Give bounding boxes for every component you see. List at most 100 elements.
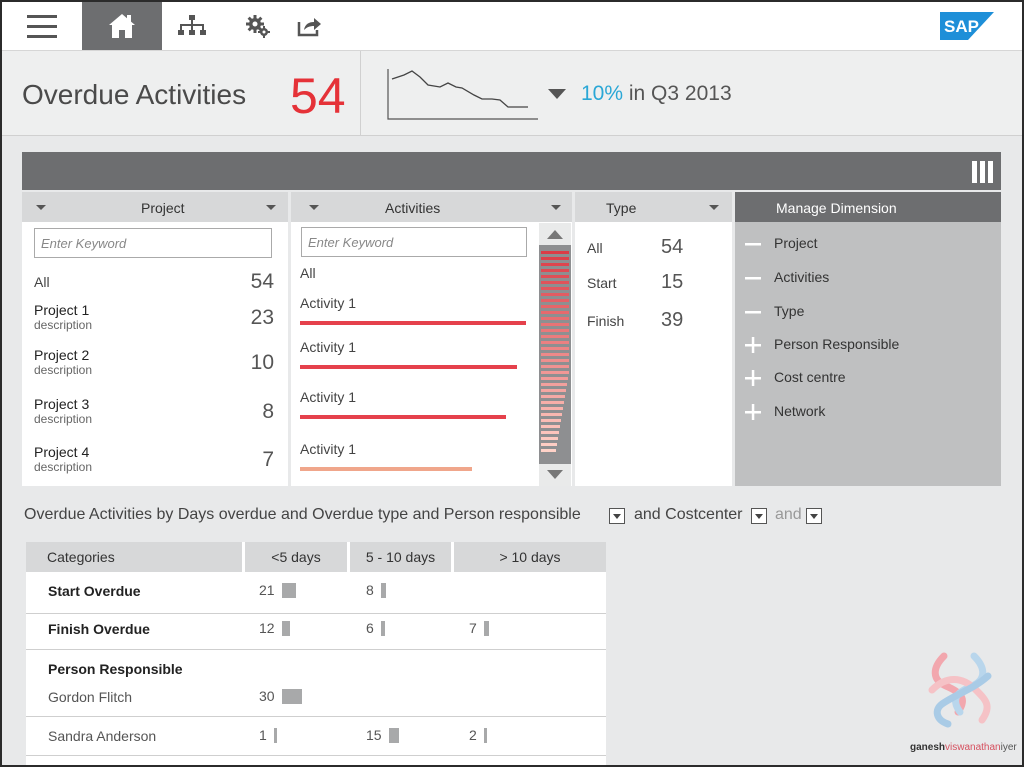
row-divider (26, 755, 606, 756)
heatmap-segment (541, 251, 569, 254)
type-label: Start (587, 275, 617, 291)
dimension-item[interactable]: Cost centre (735, 367, 1001, 391)
heatmap-segment (541, 317, 569, 320)
project-row[interactable]: Project 3 description 8 (34, 396, 274, 432)
analysis-text: and Costcenter (634, 506, 743, 523)
table-row-label: Start Overdue (48, 583, 141, 599)
chevron-up-icon (547, 230, 563, 239)
settings-button[interactable] (238, 2, 278, 50)
filter-panel-header (22, 152, 1001, 190)
chevron-down-icon[interactable] (36, 205, 46, 210)
dimension-item[interactable]: Network (735, 401, 1001, 425)
table-cell-bar (381, 621, 385, 636)
project-description: description (34, 460, 93, 474)
plus-icon[interactable] (745, 337, 761, 353)
type-value: 54 (661, 236, 684, 258)
table-header-gt10[interactable]: > 10 days (454, 542, 606, 572)
table-cell-value[interactable]: 1 (259, 727, 267, 743)
activities-all-label[interactable]: All (300, 265, 316, 281)
project-header-label: Project (141, 200, 185, 216)
type-label: Finish (587, 313, 625, 329)
minus-icon[interactable] (745, 304, 761, 320)
type-row[interactable]: Finish 39 (587, 309, 707, 333)
chevron-down-icon[interactable] (266, 205, 276, 210)
project-name: Project 2 (34, 347, 90, 363)
table-row-label: Sandra Anderson (48, 728, 157, 744)
activity-label[interactable]: Activity 1 (300, 339, 356, 355)
table-cell-value[interactable]: 2 (469, 727, 477, 743)
heatmap-segment (541, 401, 564, 404)
heatmap-segment (541, 389, 566, 392)
manage-dimension-header: Manage Dimension (735, 192, 1001, 222)
row-divider (26, 716, 606, 717)
heatmap-segment (541, 323, 569, 326)
project-row[interactable]: Project 4 description 7 (34, 444, 274, 480)
chevron-down-icon[interactable] (709, 205, 719, 210)
chevron-down-icon[interactable] (309, 205, 319, 210)
type-row[interactable]: All 54 (587, 236, 707, 260)
kpi-divider (360, 51, 361, 135)
heatmap-scrollbar[interactable] (539, 223, 571, 486)
dimension-dropdown[interactable] (806, 508, 822, 524)
project-search-input[interactable] (34, 228, 272, 258)
share-button[interactable] (290, 2, 330, 50)
activities-column-header[interactable]: Activities (291, 192, 572, 222)
dimension-item[interactable]: Type (735, 301, 1001, 325)
heatmap-segment (541, 383, 567, 386)
heatmap-segment (541, 377, 568, 380)
project-row[interactable]: Project 1 description 23 (34, 302, 274, 338)
plus-icon[interactable] (745, 370, 761, 386)
hierarchy-button[interactable] (172, 2, 212, 50)
project-count: 23 (250, 306, 274, 329)
table-cell-value[interactable]: 12 (259, 620, 275, 636)
menu-button[interactable] (2, 2, 82, 50)
heatmap-segment (541, 353, 569, 356)
dimension-item[interactable]: Project (735, 233, 1001, 257)
table-cell-bar (389, 728, 399, 743)
heatmap-segment (541, 269, 569, 272)
table-cell-value[interactable]: 15 (366, 727, 382, 743)
dimension-label: Network (774, 403, 826, 419)
type-row[interactable]: Start 15 (587, 271, 707, 295)
activity-label[interactable]: Activity 1 (300, 389, 356, 405)
activity-label[interactable]: Activity 1 (300, 441, 356, 457)
home-button[interactable] (82, 2, 162, 50)
activity-label[interactable]: Activity 1 (300, 295, 356, 311)
dimension-dropdown[interactable] (751, 508, 767, 524)
project-all-count: 54 (250, 270, 274, 293)
watermark-text: ganeshviswanathaniyer (910, 742, 1017, 753)
dimension-item[interactable]: Activities (735, 267, 1001, 291)
table-header-lt5[interactable]: <5 days (245, 542, 347, 572)
activities-column: Activities All Activity 1 Activity 1 Activ… (291, 192, 572, 486)
dimension-dropdown[interactable] (609, 508, 625, 524)
project-count: 8 (262, 400, 274, 423)
columns-icon[interactable] (972, 161, 993, 183)
minus-icon[interactable] (745, 236, 761, 252)
type-column-header[interactable]: Type (575, 192, 732, 222)
scroll-up-button[interactable] (539, 223, 571, 245)
project-count: 7 (262, 448, 274, 471)
plus-icon[interactable] (745, 404, 761, 420)
project-all-row[interactable]: All 54 (34, 270, 274, 296)
minus-icon[interactable] (745, 270, 761, 286)
activities-search-input[interactable] (301, 227, 527, 257)
table-cell-value[interactable]: 30 (259, 688, 275, 704)
table-cell-value[interactable]: 6 (366, 620, 374, 636)
project-column: Project All 54 Project 1 description 23 … (22, 192, 288, 486)
trend-sparkline[interactable] (382, 65, 542, 125)
scroll-down-button[interactable] (539, 464, 571, 486)
activity-bar (300, 415, 506, 419)
project-column-header[interactable]: Project (22, 192, 288, 222)
table-cell-value[interactable]: 21 (259, 582, 275, 598)
heatmap-segment (541, 281, 569, 284)
table-header-categories[interactable]: Categories (26, 542, 242, 572)
table-cell-value[interactable]: 7 (469, 620, 477, 636)
table-cell-value[interactable]: 8 (366, 582, 374, 598)
project-row[interactable]: Project 2 description 10 (34, 347, 274, 383)
heatmap-segment (541, 449, 556, 452)
dimension-label: Project (774, 235, 818, 251)
table-header-5to10[interactable]: 5 - 10 days (350, 542, 451, 572)
chevron-down-icon[interactable] (551, 205, 561, 210)
dimension-item[interactable]: Person Responsible (735, 334, 1001, 358)
home-icon (109, 14, 135, 38)
